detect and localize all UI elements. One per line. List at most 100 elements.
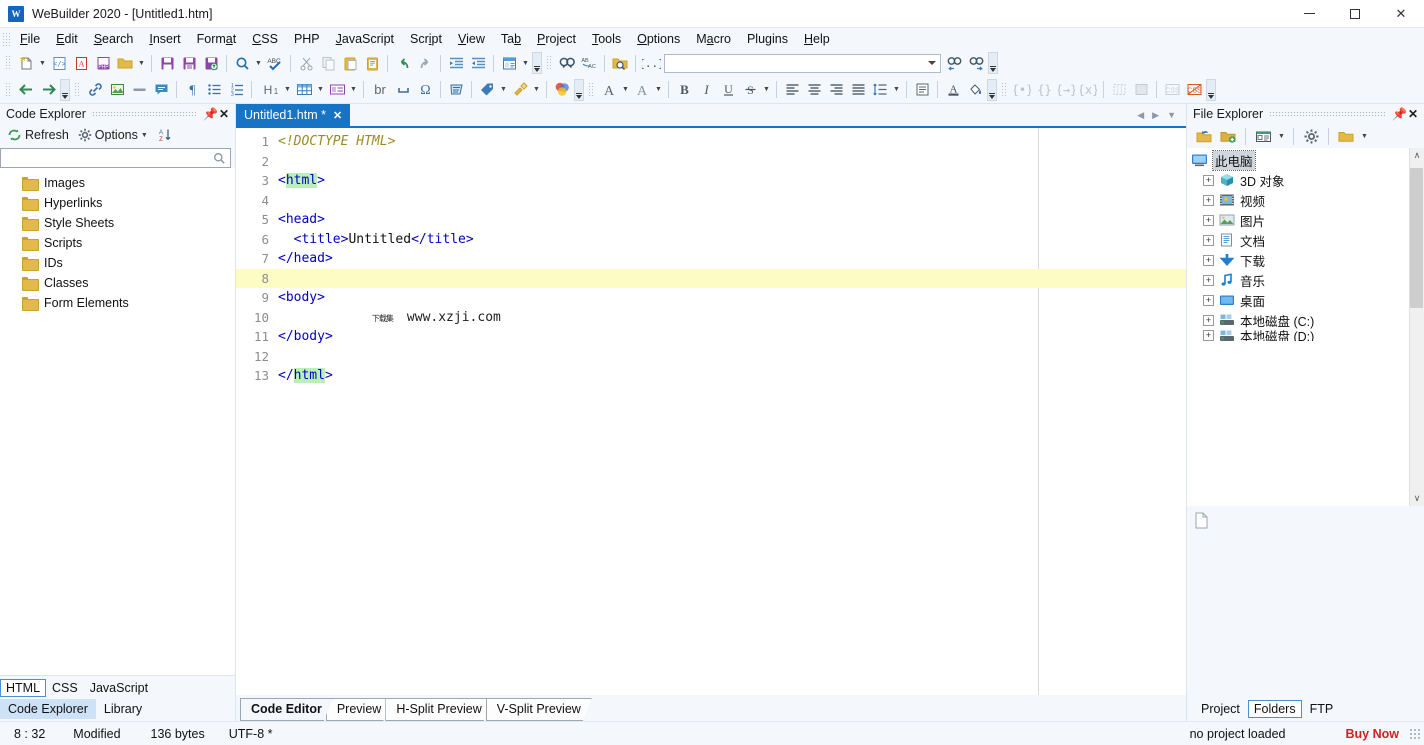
table-dropdown-arrow[interactable]: ▼ (315, 79, 326, 101)
new-php-file-icon[interactable]: PHP (92, 52, 114, 74)
code-line-1[interactable]: <!DOCTYPE HTML> (276, 132, 1186, 152)
redo-icon[interactable] (414, 52, 436, 74)
menu-macro[interactable]: Macro (688, 30, 739, 48)
find-in-files-icon[interactable] (609, 52, 631, 74)
minimize-button[interactable] (1286, 0, 1332, 28)
menu-bar-grip[interactable] (2, 32, 10, 46)
main-toolbar-grip[interactable] (5, 55, 12, 71)
fe-node-documents[interactable]: + 文档 (1187, 230, 1409, 250)
font-dropdown-arrow[interactable]: ▼ (620, 79, 631, 101)
css-add-icon[interactable]: {•} (1011, 79, 1033, 101)
code-line-8[interactable]: 下载集www.xzji.com (276, 269, 1186, 289)
css-braces-icon[interactable]: {} (1033, 79, 1055, 101)
favorites-folder-icon[interactable] (1335, 125, 1357, 147)
cut-icon[interactable] (295, 52, 317, 74)
line-break-icon[interactable]: br (368, 79, 392, 101)
css-error-icon[interactable]: CSS (1183, 79, 1205, 101)
buy-now-link[interactable]: Buy Now (1346, 727, 1409, 741)
font-size-dropdown-arrow[interactable]: ▼ (653, 79, 664, 101)
code-line-12[interactable] (276, 347, 1186, 367)
tab-html[interactable]: HTML (0, 679, 46, 697)
format-toolbar-grip[interactable] (5, 82, 12, 98)
border-icon[interactable] (1108, 79, 1130, 101)
code-explorer-drag-handle[interactable] (92, 111, 197, 117)
form-icon[interactable] (326, 79, 348, 101)
new-html-file-icon[interactable]: </> (48, 52, 70, 74)
special-character-icon[interactable]: Ω (414, 79, 436, 101)
menu-edit[interactable]: Edit (48, 30, 86, 48)
nav-forward-icon[interactable] (37, 79, 59, 101)
link-icon[interactable] (84, 79, 106, 101)
strikethrough-dropdown-arrow[interactable]: ▼ (761, 79, 772, 101)
tab-code-editor[interactable]: Code Editor (240, 698, 333, 721)
css-toolbar-overflow[interactable] (1206, 79, 1216, 101)
favorites-dropdown-arrow[interactable]: ▼ (1359, 125, 1370, 147)
tab-next-icon[interactable]: ▶ (1152, 110, 1159, 121)
find-next-icon[interactable] (965, 52, 987, 74)
new-file-icon[interactable] (15, 52, 37, 74)
menu-tools[interactable]: Tools (584, 30, 629, 48)
align-center-icon[interactable] (803, 79, 825, 101)
tab-ftp[interactable]: FTP (1304, 700, 1340, 718)
code-explorer-node-ids[interactable]: IDs (0, 253, 235, 273)
fe-node-music[interactable]: + 音乐 (1187, 270, 1409, 290)
editor-tab-untitled1[interactable]: Untitled1.htm * ✕ (236, 104, 350, 126)
options-button[interactable]: Options ▼ (75, 127, 151, 143)
expand-icon[interactable]: + (1203, 330, 1214, 341)
html-toolbar-overflow[interactable] (574, 79, 584, 101)
code-snippet-icon[interactable]: {..} (640, 52, 662, 74)
outdent-icon[interactable] (467, 52, 489, 74)
fe-node-3d-objects[interactable]: + 3D 对象 (1187, 170, 1409, 190)
code-explorer-node-form-elements[interactable]: Form Elements (0, 293, 235, 313)
text-toolbar-overflow[interactable] (987, 79, 997, 101)
tab-folders[interactable]: Folders (1248, 700, 1302, 718)
css-toolbar-grip[interactable] (1001, 82, 1008, 98)
css-arrow-icon[interactable]: {→} (1055, 79, 1077, 101)
menu-options[interactable]: Options (629, 30, 688, 48)
code-explorer-node-hyperlinks[interactable]: Hyperlinks (0, 193, 235, 213)
strikethrough-icon[interactable]: S (739, 79, 761, 101)
maximize-button[interactable] (1332, 0, 1378, 28)
code-explorer-node-images[interactable]: Images (0, 173, 235, 193)
code-line-5[interactable]: <head> (276, 210, 1186, 230)
scroll-up-icon[interactable]: ∧ (1414, 150, 1421, 161)
tab-h-split-preview[interactable]: H-Split Preview (385, 698, 492, 721)
code-explorer-node-style-sheets[interactable]: Style Sheets (0, 213, 235, 233)
expand-icon[interactable]: + (1203, 275, 1214, 286)
tab-v-split-preview[interactable]: V-Split Preview (486, 698, 592, 721)
file-explorer-scroll-thumb[interactable] (1410, 168, 1423, 308)
file-explorer-drag-handle[interactable] (1269, 111, 1386, 117)
pin-icon[interactable]: 📌 (1392, 107, 1406, 121)
fe-node-videos[interactable]: + 视频 (1187, 190, 1409, 210)
expand-icon[interactable]: + (1203, 235, 1214, 246)
find-icon[interactable] (556, 52, 578, 74)
indent-icon[interactable] (445, 52, 467, 74)
tab-prev-icon[interactable]: ◀ (1137, 110, 1144, 121)
text-color-icon[interactable]: A (942, 79, 964, 101)
marquee-icon[interactable] (445, 79, 467, 101)
close-icon[interactable]: ✕ (217, 107, 231, 121)
resize-grip[interactable] (1409, 728, 1421, 740)
code-explorer-search-input[interactable] (0, 148, 231, 168)
find-toolbar-overflow[interactable] (988, 52, 998, 74)
heading-icon[interactable]: H1 (256, 79, 282, 101)
fe-node-local-disk-d[interactable]: + 本地磁盘 (D:) (1187, 330, 1409, 341)
align-left-icon[interactable] (781, 79, 803, 101)
fe-node-local-disk-c[interactable]: + 本地磁盘 (C:) (1187, 310, 1409, 330)
fe-node-pictures[interactable]: + 图片 (1187, 210, 1409, 230)
tab-library[interactable]: Library (96, 699, 150, 719)
tab-javascript[interactable]: JavaScript (84, 679, 154, 697)
brush-icon[interactable] (509, 79, 531, 101)
save-icon[interactable] (156, 52, 178, 74)
nbsp-icon[interactable] (392, 79, 414, 101)
color-picker-icon[interactable] (551, 79, 573, 101)
expand-icon[interactable]: + (1203, 175, 1214, 186)
menu-project[interactable]: Project (529, 30, 584, 48)
tab-list-icon[interactable]: ▼ (1167, 110, 1176, 120)
sort-button[interactable]: AZ (154, 127, 176, 143)
code-editor[interactable]: 1 2 3 4 5 6 7 8 9 10 11 12 13 <!DOCTYPE (236, 126, 1186, 695)
line-height-dropdown-arrow[interactable]: ▼ (891, 79, 902, 101)
tab-project[interactable]: Project (1195, 700, 1246, 718)
expand-icon[interactable]: + (1203, 315, 1214, 326)
menu-search[interactable]: Search (86, 30, 142, 48)
